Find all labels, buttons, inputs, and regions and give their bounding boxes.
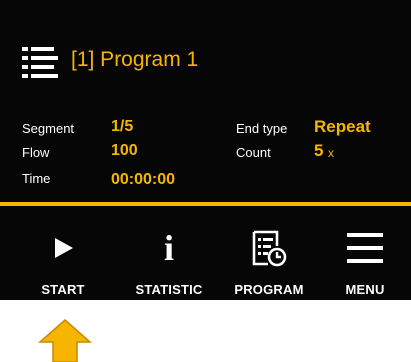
flow-label: Flow [22, 145, 50, 160]
time-label: Time [22, 171, 51, 186]
menu-button[interactable]: MENU [325, 206, 405, 300]
program-label: PROGRAM [234, 282, 304, 297]
end-type-label: End type [236, 121, 288, 136]
program-title: [1] Program 1 [71, 48, 199, 71]
segment-value: 1/5 [111, 118, 134, 135]
program-button[interactable]: PROGRAM [222, 206, 316, 300]
arrow-up-icon [38, 319, 92, 362]
count-value: 5 [314, 141, 324, 160]
start-label: START [41, 282, 85, 297]
count-unit: x [328, 146, 334, 160]
menu-label: MENU [345, 282, 385, 297]
play-icon [41, 226, 85, 270]
start-button[interactable]: START [22, 206, 104, 300]
segment-label: Segment [22, 121, 75, 136]
flow-value: 100 [111, 142, 138, 159]
time-value: 00:00:00 [111, 171, 176, 188]
program-list-clock-icon [247, 226, 291, 270]
bottom-nav: START i STATISTIC PROGRAM MENU [0, 206, 411, 300]
pump-display: [1] Program 1 Segment 1/5 Flow 100 Time … [0, 0, 411, 300]
status-panel: Segment 1/5 Flow 100 Time 00:00:00 End t… [0, 108, 411, 200]
info-icon: i [163, 228, 174, 268]
statistic-button[interactable]: i STATISTIC [119, 206, 219, 300]
end-type-value: Repeat [314, 117, 371, 136]
program-header: [1] Program 1 [0, 0, 411, 108]
hamburger-menu-icon [343, 226, 387, 270]
count-label: Count [236, 145, 271, 160]
list-icon[interactable] [22, 44, 58, 80]
statistic-label: STATISTIC [135, 282, 203, 297]
